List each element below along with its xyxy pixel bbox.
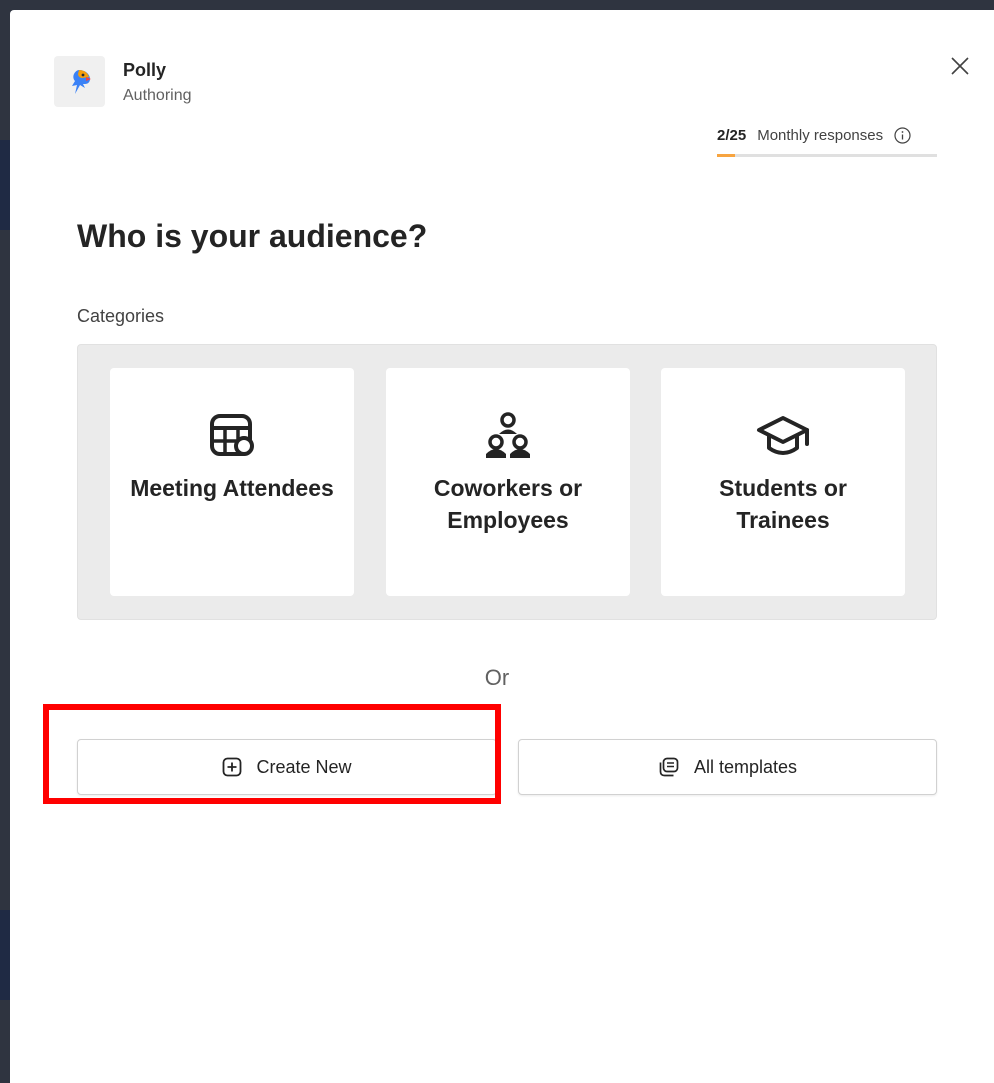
usage-count: 2/25 [717,126,747,144]
category-label: Students or Trainees [719,475,847,533]
backdrop-panel [0,910,10,1000]
templates-icon [658,757,680,777]
usage-progress-bar [717,154,937,157]
or-separator: Or [484,665,510,690]
category-meeting-attendees[interactable]: Meeting Attendees [110,368,354,596]
usage-progress-fill [717,154,735,157]
graduation-cap-icon [755,412,811,460]
monthly-usage: 2/25 Monthly responses [717,124,937,157]
app-name: Polly [123,60,167,80]
all-templates-button[interactable]: All templates [518,739,937,795]
usage-label: Monthly responses [757,126,884,144]
people-team-icon [482,412,534,460]
categories-label: Categories [77,306,165,326]
app-meta: Polly Authoring [123,59,192,107]
category-label: Coworkers or Employees [433,475,583,533]
parrot-logo-icon [54,56,105,107]
add-square-icon [222,757,242,777]
info-icon[interactable] [894,126,911,144]
backdrop-panel [0,140,10,230]
app-subtitle: Authoring [123,87,192,104]
calendar-icon [208,412,256,460]
close-button[interactable] [947,53,973,79]
category-coworkers-employees[interactable]: Coworkers or Employees [386,368,630,596]
create-new-label: Create New [256,756,352,777]
categories-panel: Meeting Attendees Coworkers or Employees [77,344,937,620]
close-icon [951,57,969,75]
polly-dialog: Polly Authoring 2/25 Monthly responses W… [10,10,994,1083]
page-title: Who is your audience? [77,218,428,254]
category-label: Meeting Attendees [130,475,334,501]
all-templates-label: All templates [693,756,798,777]
app-header: Polly Authoring [54,56,192,107]
category-students-trainees[interactable]: Students or Trainees [661,368,905,596]
create-new-button[interactable]: Create New [77,739,497,795]
